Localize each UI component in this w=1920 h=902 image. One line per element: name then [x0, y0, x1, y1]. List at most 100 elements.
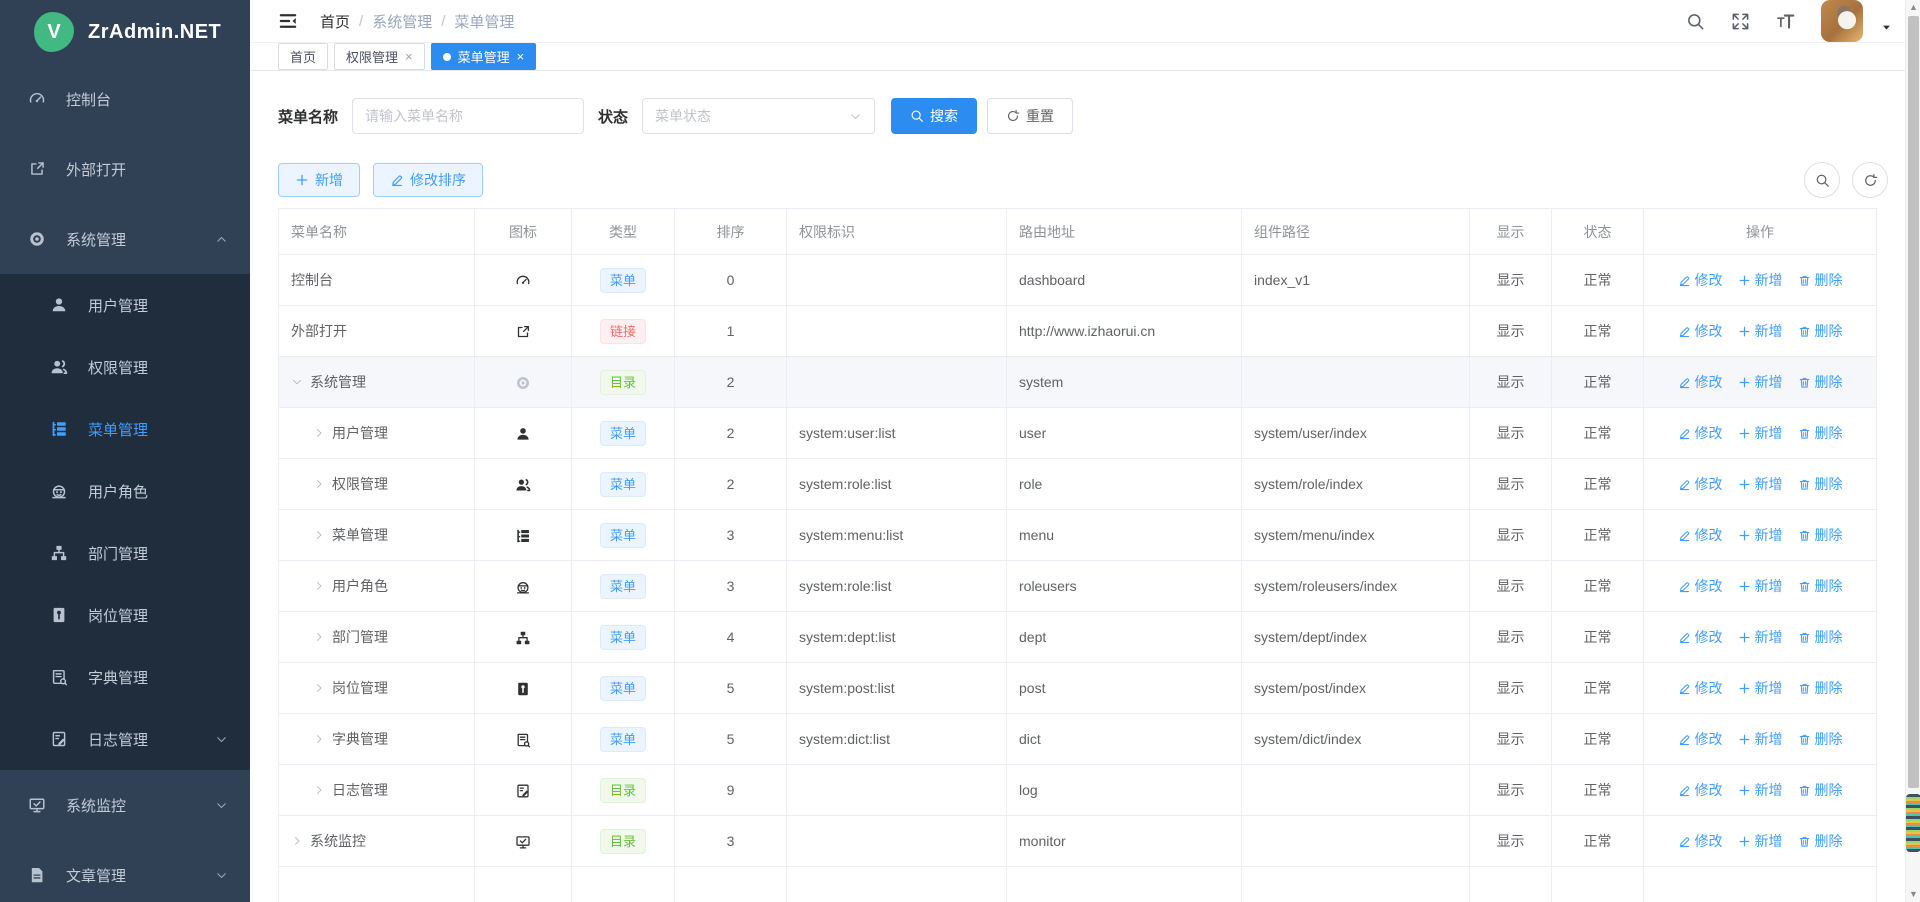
row-add-link[interactable]: 新增 [1738, 474, 1783, 494]
trash-icon [1798, 529, 1811, 542]
reset-button[interactable]: 重置 [987, 98, 1073, 134]
chevron-down-icon[interactable] [1881, 22, 1892, 33]
perm-cell [787, 306, 1007, 357]
breadcrumb-item-系统管理[interactable]: 系统管理 [372, 11, 432, 32]
user-avatar[interactable] [1821, 0, 1863, 42]
tab-首页[interactable]: 首页 [278, 43, 328, 70]
row-add-link[interactable]: 新增 [1738, 576, 1783, 596]
search-icon[interactable] [1686, 12, 1705, 31]
sidebar-item-控制台[interactable]: 控制台 [0, 64, 250, 134]
row-modify-link[interactable]: 修改 [1678, 372, 1723, 392]
sidebar-item-菜单管理[interactable]: 菜单管理 [0, 398, 250, 460]
row-modify-link[interactable]: 修改 [1678, 831, 1723, 851]
chevron-right-icon[interactable] [313, 529, 325, 541]
status-cell: 正常 [1552, 612, 1644, 663]
add-button[interactable]: 新增 [278, 163, 360, 197]
scrollbar-up-arrow[interactable]: ▲ [1906, 2, 1920, 12]
status-select[interactable]: 菜单状态 [642, 98, 875, 134]
app-logo[interactable]: V ZrAdmin.NET [0, 0, 250, 64]
chevron-right-icon[interactable] [313, 733, 325, 745]
close-icon[interactable]: × [405, 50, 413, 63]
tab-菜单管理[interactable]: 菜单管理 × [431, 43, 537, 70]
row-add-link[interactable]: 新增 [1738, 729, 1783, 749]
tab-权限管理[interactable]: 权限管理× [334, 43, 425, 70]
chevron-right-icon[interactable] [313, 682, 325, 694]
fullscreen-icon[interactable] [1731, 12, 1750, 31]
row-add-link[interactable]: 新增 [1738, 525, 1783, 545]
sidebar-item-用户角色[interactable]: 用户角色 [0, 460, 250, 522]
chevron-right-icon[interactable] [313, 580, 325, 592]
chevron-right-icon[interactable] [313, 631, 325, 643]
row-delete-link[interactable]: 删除 [1798, 321, 1843, 341]
scrollbar-thumb[interactable] [1908, 16, 1919, 788]
row-modify-link[interactable]: 修改 [1678, 678, 1723, 698]
sidebar-item-系统监控[interactable]: 系统监控 [0, 770, 250, 840]
chevron-right-icon[interactable] [313, 784, 325, 796]
sidebar-item-岗位管理[interactable]: 岗位管理 [0, 584, 250, 646]
sidebar-item-日志管理[interactable]: 日志管理 [0, 708, 250, 770]
row-add-link[interactable]: 新增 [1738, 321, 1783, 341]
row-delete-link[interactable]: 删除 [1798, 270, 1843, 290]
row-add-link[interactable]: 新增 [1738, 423, 1783, 443]
row-add-link[interactable]: 新增 [1738, 780, 1783, 800]
row-modify-link[interactable]: 修改 [1678, 474, 1723, 494]
row-delete-link[interactable]: 删除 [1798, 423, 1843, 443]
table-refresh-button[interactable] [1852, 162, 1888, 198]
row-delete-link[interactable]: 删除 [1798, 525, 1843, 545]
route-cell: http://www.izhaorui.cn [1007, 306, 1242, 357]
row-modify-link[interactable]: 修改 [1678, 423, 1723, 443]
row-add-link[interactable]: 新增 [1738, 270, 1783, 290]
row-delete-link[interactable]: 删除 [1798, 678, 1843, 698]
chevron-right-icon[interactable] [313, 427, 325, 439]
component-cell [1242, 867, 1470, 902]
row-modify-link[interactable]: 修改 [1678, 576, 1723, 596]
row-delete-link[interactable]: 删除 [1798, 372, 1843, 392]
route-cell: role [1007, 459, 1242, 510]
row-delete-link[interactable]: 删除 [1798, 780, 1843, 800]
sidebar-item-用户管理[interactable]: 用户管理 [0, 274, 250, 336]
user-icon [515, 426, 531, 442]
topbar: 首页/系统管理/菜单管理 [250, 0, 1920, 43]
scrollbar[interactable]: ▲ ▼ [1905, 0, 1920, 902]
row-add-link[interactable]: 新增 [1738, 678, 1783, 698]
search-button[interactable]: 搜索 [891, 98, 977, 134]
row-delete-link[interactable]: 删除 [1798, 831, 1843, 851]
row-delete-link[interactable]: 删除 [1798, 729, 1843, 749]
column-header-菜单名称: 菜单名称 [279, 209, 475, 255]
sidebar-item-字典管理[interactable]: 字典管理 [0, 646, 250, 708]
breadcrumb-item-首页[interactable]: 首页 [320, 11, 350, 32]
row-delete-link[interactable]: 删除 [1798, 474, 1843, 494]
chevron-right-icon[interactable] [313, 478, 325, 490]
row-modify-link[interactable]: 修改 [1678, 627, 1723, 647]
row-add-link[interactable]: 新增 [1738, 372, 1783, 392]
row-delete-link[interactable]: 删除 [1798, 576, 1843, 596]
row-modify-link[interactable]: 修改 [1678, 780, 1723, 800]
row-modify-link[interactable]: 修改 [1678, 525, 1723, 545]
row-add-link[interactable]: 新增 [1738, 831, 1783, 851]
sidebar-item-系统管理[interactable]: 系统管理 [0, 204, 250, 274]
row-modify-link[interactable]: 修改 [1678, 270, 1723, 290]
font-size-icon[interactable] [1776, 12, 1795, 31]
chevron-right-icon[interactable] [291, 835, 303, 847]
sidebar-collapse-icon[interactable] [278, 11, 298, 31]
row-delete-link[interactable]: 删除 [1798, 627, 1843, 647]
sidebar-item-部门管理[interactable]: 部门管理 [0, 522, 250, 584]
chevron-down-icon [849, 110, 862, 123]
tab-label: 菜单管理 [458, 47, 510, 66]
sidebar-item-文章管理[interactable]: 文章管理 [0, 840, 250, 902]
menu-name-input[interactable] [352, 98, 584, 134]
chevron-down-icon[interactable] [291, 376, 303, 388]
row-add-link[interactable]: 新增 [1738, 627, 1783, 647]
scrollbar-down-arrow[interactable]: ▼ [1906, 889, 1920, 899]
sidebar-item-权限管理[interactable]: 权限管理 [0, 336, 250, 398]
sidebar-item-外部打开[interactable]: 外部打开 [0, 134, 250, 204]
table-search-button[interactable] [1804, 162, 1840, 198]
sort-button[interactable]: 修改排序 [373, 163, 483, 197]
row-modify-link[interactable]: 修改 [1678, 321, 1723, 341]
close-icon[interactable]: × [517, 50, 525, 63]
scrollbar-marker[interactable] [1906, 794, 1920, 852]
row-modify-link[interactable]: 修改 [1678, 729, 1723, 749]
trash-icon [1798, 682, 1811, 695]
breadcrumb-item-菜单管理[interactable]: 菜单管理 [454, 11, 514, 32]
component-cell: system/dept/index [1242, 612, 1470, 663]
